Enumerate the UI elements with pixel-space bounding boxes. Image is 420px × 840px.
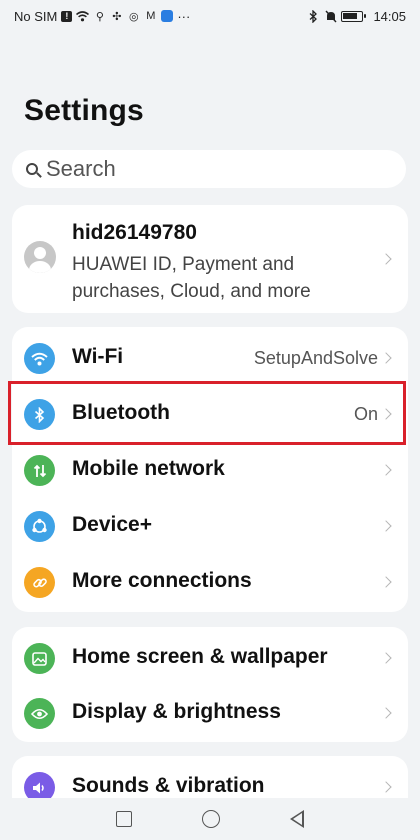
- display-group: Home screen & wallpaper Display & bright…: [12, 627, 408, 742]
- search-icon: [26, 163, 38, 175]
- battery-icon: [341, 10, 367, 22]
- overflow-indicator: ···: [177, 8, 191, 24]
- signal-icon: [24, 455, 55, 486]
- navigation-bar: [0, 798, 420, 840]
- device-plus-icon: [24, 511, 55, 542]
- account-card[interactable]: hid26149780 HUAWEI ID, Payment and purch…: [12, 205, 408, 313]
- chevron-right-icon: [380, 408, 392, 420]
- whatsapp-icon: ◎: [129, 10, 139, 23]
- settings-item-label: Sounds & vibration: [72, 774, 265, 797]
- settings-item-label: Display & brightness: [72, 700, 281, 723]
- search-placeholder: Search: [46, 156, 116, 181]
- link-icon: [24, 567, 55, 598]
- settings-item-label: Mobile network: [72, 457, 225, 480]
- settings-item-value: On: [353, 404, 378, 424]
- settings-item-wifi[interactable]: Wi-Fi SetupAndSolve: [12, 330, 408, 386]
- settings-item-label: Bluetooth: [72, 401, 170, 424]
- page-title: Settings: [24, 94, 144, 127]
- connectivity-group: Wi-Fi SetupAndSolve Bluetooth On Mobile …: [12, 327, 408, 612]
- back-button[interactable]: [290, 810, 304, 828]
- battery-fill: [343, 12, 358, 19]
- sim-alert-icon: !: [61, 10, 73, 22]
- bluetooth-icon: [24, 399, 55, 430]
- settings-item-label: Wi-Fi: [72, 345, 124, 368]
- chevron-right-icon: [380, 707, 392, 719]
- status-left: No SIM ! ⚲ ✣ ◎ M ···: [14, 9, 190, 24]
- carrier-label: No SIM: [14, 8, 58, 24]
- chevron-right-icon: [380, 652, 392, 664]
- image-icon: [24, 643, 55, 674]
- settings-item-device-plus[interactable]: Device+: [12, 498, 408, 554]
- recents-button[interactable]: [116, 811, 132, 827]
- eye-icon: [24, 698, 55, 729]
- avatar: [24, 241, 56, 273]
- settings-item-mobile-network[interactable]: Mobile network: [12, 442, 408, 498]
- settings-item-more-connections[interactable]: More connections: [12, 554, 408, 610]
- search-bar[interactable]: Search: [12, 150, 406, 188]
- wifi-icon: [76, 10, 90, 23]
- settings-item-label: Home screen & wallpaper: [72, 645, 328, 668]
- status-bar: No SIM ! ⚲ ✣ ◎ M ··· 14:05: [0, 0, 420, 32]
- chevron-right-icon: [380, 576, 392, 588]
- chevron-right-icon: [380, 352, 392, 364]
- settings-item-display-brightness[interactable]: Display & brightness: [12, 685, 408, 741]
- settings-item-bluetooth[interactable]: Bluetooth On: [12, 386, 408, 442]
- account-subtitle: HUAWEI ID, Payment and purchases, Cloud,…: [72, 254, 311, 302]
- chevron-right-icon: [380, 781, 392, 793]
- chevron-right-icon: [380, 253, 392, 265]
- gmail-icon: M: [146, 10, 156, 22]
- home-button[interactable]: [202, 810, 220, 828]
- status-right: 14:05: [307, 9, 406, 24]
- fan-icon: ✣: [112, 10, 122, 23]
- chevron-right-icon: [380, 520, 392, 532]
- settings-item-value: SetupAndSolve: [253, 348, 378, 368]
- usb-icon: ⚲: [95, 10, 104, 23]
- settings-item-label: Device+: [72, 513, 152, 536]
- wifi-icon: [24, 343, 55, 374]
- bluetooth-icon: [307, 9, 320, 23]
- clock: 14:05: [373, 8, 406, 24]
- settings-item-label: More connections: [72, 569, 252, 592]
- chevron-right-icon: [380, 464, 392, 476]
- mute-icon: [324, 10, 337, 23]
- cloud-icon: [161, 10, 174, 22]
- account-name: hid26149780: [72, 221, 197, 244]
- settings-item-home-screen[interactable]: Home screen & wallpaper: [12, 630, 408, 686]
